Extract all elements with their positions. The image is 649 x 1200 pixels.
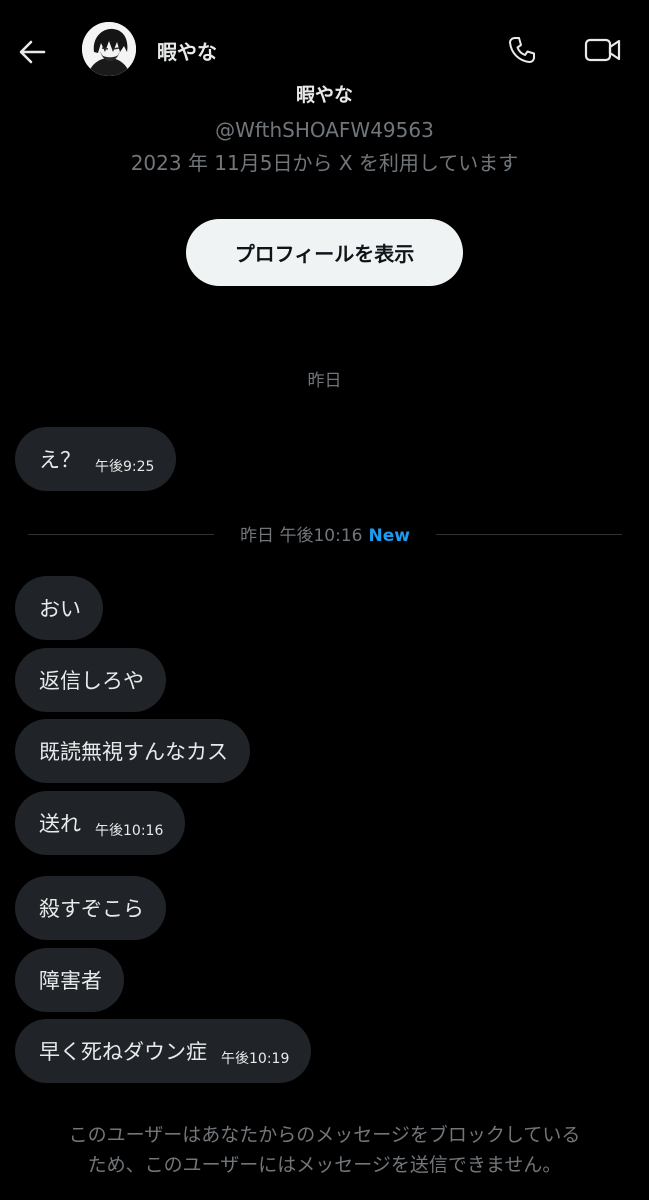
new-divider-line-left	[28, 534, 214, 535]
message-text: え？	[39, 448, 81, 472]
phone-icon	[509, 37, 535, 63]
back-button[interactable]	[14, 34, 50, 70]
message-text: 早く死ねダウン症	[39, 1040, 207, 1064]
message-timestamp: 午後10:19	[221, 1051, 290, 1067]
message-bubble[interactable]: おい	[15, 576, 103, 640]
message-text: おい	[39, 597, 81, 621]
header-username[interactable]: 暇やな	[157, 36, 217, 65]
profile-summary: 暇やな @WfthSHOAFW49563 2023 年 11月5日から X を利…	[0, 80, 649, 178]
message-bubble[interactable]: 早く死ねダウン症 午後10:19	[15, 1019, 312, 1083]
message-text: 既読無視すんなカス	[39, 740, 228, 764]
call-button[interactable]	[502, 30, 542, 70]
blocked-notice-line2: ため、このユーザーにはメッセージを送信できません。	[87, 1154, 562, 1176]
divider-timestamp: 昨日 午後10:16	[240, 526, 363, 546]
profile-handle: @WfthSHOAFW49563	[215, 118, 434, 142]
view-profile-button[interactable]: プロフィールを表示	[186, 219, 463, 286]
profile-joined-date: 2023 年 11月5日から X を利用しています	[130, 151, 519, 175]
avatar-image	[82, 22, 136, 76]
new-messages-divider: 昨日 午後10:16 New	[214, 521, 436, 546]
new-badge: New	[368, 526, 410, 546]
date-separator: 昨日	[307, 371, 342, 391]
message-text: 殺すぞこら	[39, 897, 144, 921]
video-call-button[interactable]	[580, 30, 626, 70]
message-text: 送れ	[39, 812, 81, 836]
message-bubble[interactable]: 返信しろや	[15, 648, 166, 712]
video-camera-icon	[584, 38, 621, 62]
blocked-notice-line1: このユーザーはあなたからのメッセージをブロックしている	[68, 1124, 581, 1146]
avatar[interactable]	[82, 22, 136, 76]
message-bubble[interactable]: 殺すぞこら	[15, 876, 166, 940]
blocked-notice: このユーザーはあなたからのメッセージをブロックしている ため、このユーザーにはメ…	[0, 1120, 649, 1180]
arrow-left-icon	[19, 40, 46, 64]
message-text: 返信しろや	[39, 669, 144, 693]
new-divider-line-right	[436, 534, 622, 535]
message-bubble[interactable]: え？ 午後9:25	[15, 427, 177, 491]
message-text: 障害者	[39, 969, 102, 993]
message-timestamp: 午後9:25	[95, 459, 155, 475]
message-timestamp: 午後10:16	[95, 823, 164, 839]
message-bubble[interactable]: 障害者	[15, 948, 124, 1012]
profile-name: 暇やな	[295, 84, 353, 106]
message-bubble[interactable]: 送れ 午後10:16	[15, 791, 186, 855]
message-bubble[interactable]: 既読無視すんなカス	[15, 719, 250, 783]
